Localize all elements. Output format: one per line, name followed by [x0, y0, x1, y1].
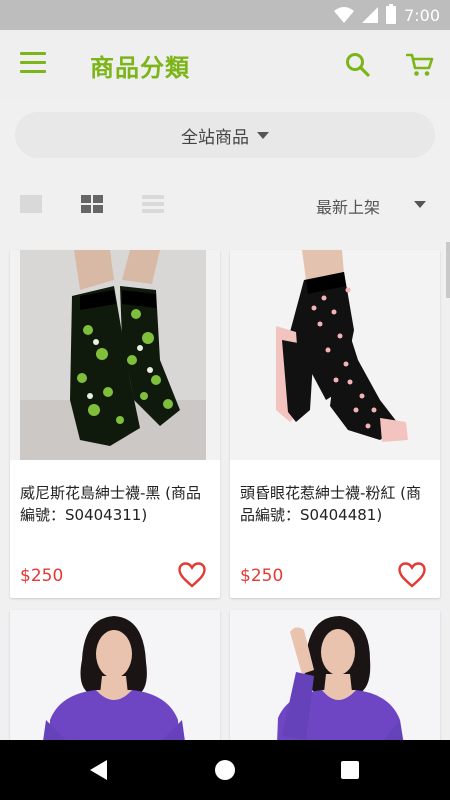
- black-floral-socks-photo: [10, 250, 220, 460]
- status-icons: 7:00: [334, 0, 440, 30]
- category-dropdown[interactable]: 全站商品: [15, 112, 435, 158]
- wifi-icon: [334, 7, 355, 23]
- heart-icon[interactable]: [398, 562, 426, 588]
- product-card[interactable]: 頭昏眼花惹紳士襪-粉紅 (商品編號：S0404481) $250: [230, 250, 440, 598]
- product-card[interactable]: 威尼斯花島紳士襪-黑 (商品編號：S0404311) $250: [10, 250, 220, 598]
- heart-icon[interactable]: [178, 562, 206, 588]
- product-price: $250: [240, 566, 284, 586]
- product-card[interactable]: [10, 610, 220, 740]
- hamburger-menu-icon[interactable]: [20, 52, 48, 78]
- product-image: [10, 250, 220, 460]
- status-bar: 7:00: [0, 0, 450, 30]
- battery-icon: [386, 4, 397, 24]
- grid-view-icon[interactable]: [81, 195, 103, 213]
- recent-apps-icon[interactable]: [341, 761, 359, 779]
- single-view-icon[interactable]: [20, 195, 42, 213]
- product-image: [230, 610, 440, 740]
- black-pink-dotted-socks-photo: [230, 250, 440, 460]
- sort-dropdown-label[interactable]: 最新上架: [316, 194, 380, 218]
- dropdown-caret-icon: [257, 131, 269, 139]
- system-nav-bar: [0, 740, 450, 800]
- product-name: 頭昏眼花惹紳士襪-粉紅 (商品編號：S0404481): [240, 484, 422, 524]
- back-icon[interactable]: [90, 760, 107, 780]
- product-price: $250: [20, 566, 64, 586]
- list-view-icon[interactable]: [142, 195, 164, 213]
- signal-icon: [362, 7, 379, 23]
- app-bar: 商品分類: [0, 30, 450, 100]
- category-selected-label: 全站商品: [181, 127, 249, 148]
- page-title: 商品分類: [90, 54, 190, 82]
- status-time: 7:00: [404, 5, 440, 25]
- product-name: 威尼斯花島紳士襪-黑 (商品編號：S0404311): [20, 484, 202, 524]
- sort-caret-icon[interactable]: [414, 201, 426, 208]
- home-icon[interactable]: [215, 760, 235, 780]
- product-image: [10, 610, 220, 740]
- view-toolbar: 最新上架: [0, 180, 450, 230]
- woman-purple-longsleeve-photo-2: [230, 610, 440, 740]
- woman-purple-longsleeve-photo: [10, 610, 220, 740]
- product-card[interactable]: [230, 610, 440, 740]
- product-grid: 威尼斯花島紳士襪-黑 (商品編號：S0404311) $250 頭昏眼花惹紳士襪…: [0, 240, 450, 740]
- product-image: [230, 250, 440, 460]
- scrollbar-thumb[interactable]: [446, 242, 450, 298]
- cart-icon[interactable]: [406, 52, 434, 78]
- search-icon[interactable]: [345, 52, 371, 78]
